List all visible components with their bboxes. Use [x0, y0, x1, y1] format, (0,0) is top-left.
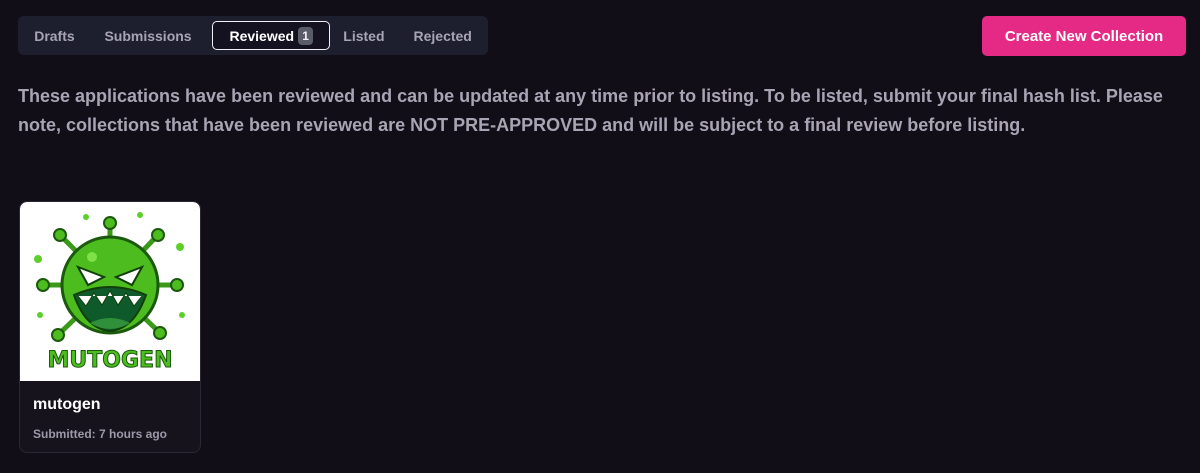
tab-reviewed[interactable]: Reviewed 1	[212, 21, 331, 50]
tab-submissions-label: Submissions	[104, 27, 192, 44]
tab-submissions[interactable]: Submissions	[91, 21, 205, 50]
collection-submitted-time: Submitted: 7 hours ago	[33, 427, 168, 441]
tab-drafts[interactable]: Drafts	[18, 21, 91, 50]
logo-text: MUTOGEN	[48, 348, 173, 373]
tab-drafts-label: Drafts	[34, 27, 75, 44]
tab-rejected-label: Rejected	[413, 27, 472, 44]
collection-image: MUTOGEN	[20, 202, 200, 381]
page: Drafts Submissions Reviewed 1 Listed Rej…	[0, 0, 1200, 473]
status-tabs: Drafts Submissions Reviewed 1 Listed Rej…	[18, 16, 488, 55]
virus-mascot-logo: MUTOGEN	[34, 211, 185, 373]
tab-listed-label: Listed	[343, 27, 385, 44]
tab-listed[interactable]: Listed	[330, 21, 397, 50]
tab-reviewed-label: Reviewed	[229, 27, 295, 44]
count-badge: 1	[298, 26, 314, 45]
collection-card[interactable]: MUTOGEN mutogen Submitted: 7 hours ago	[19, 201, 201, 453]
reviewed-description: These applications have been reviewed an…	[18, 86, 1163, 135]
collection-name: mutogen	[33, 396, 101, 413]
create-new-collection-button[interactable]: Create New Collection	[982, 16, 1186, 56]
tab-rejected[interactable]: Rejected	[397, 21, 488, 50]
